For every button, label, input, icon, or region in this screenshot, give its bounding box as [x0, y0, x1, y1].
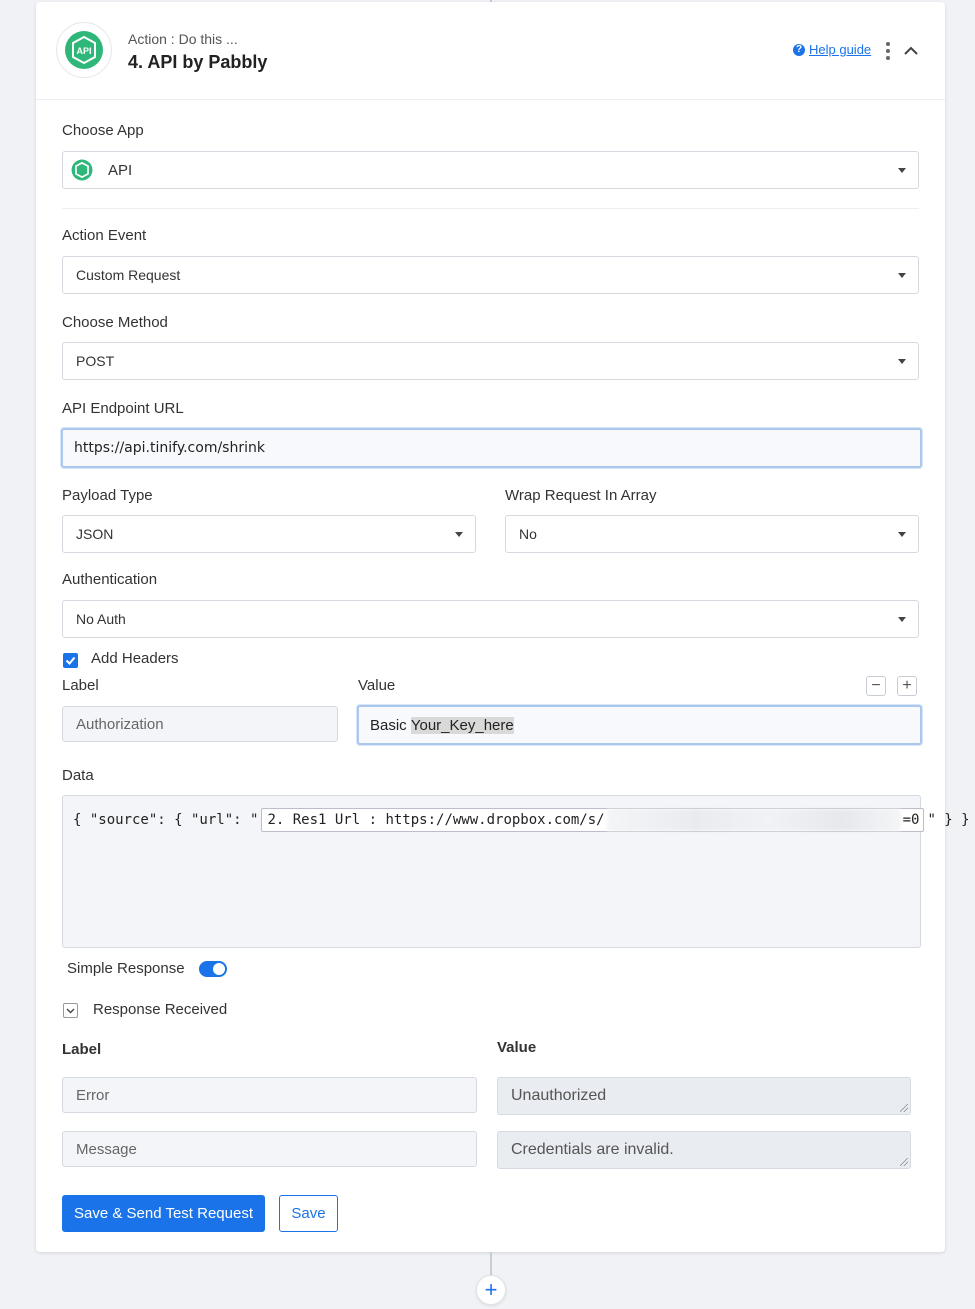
response-received-label: Response Received — [93, 1001, 228, 1018]
response-received-expander[interactable] — [63, 1003, 78, 1018]
authentication-label: Authentication — [62, 571, 158, 588]
blurred-url-segment — [606, 809, 901, 831]
response-row-value: Credentials are invalid. — [497, 1131, 911, 1169]
choose-app-select[interactable]: API — [62, 151, 919, 189]
action-event-value: Custom Request — [76, 267, 181, 283]
header-label-input[interactable]: Authorization — [62, 706, 338, 742]
help-guide-link[interactable]: ? Help guide — [793, 42, 871, 57]
api-app-icon: API — [65, 31, 103, 69]
resize-grip-icon[interactable] — [900, 1104, 908, 1112]
response-row-value: Unauthorized — [497, 1077, 911, 1115]
action-step-card: API Action : Do this ... 4. API by Pabbl… — [36, 2, 970, 1252]
checkmark-icon — [65, 656, 76, 665]
add-header-button[interactable]: + — [897, 676, 917, 696]
authentication-value: No Auth — [76, 611, 126, 627]
mapped-field-token[interactable]: 2. Res1 Url : https://www.dropbox.com/s/… — [261, 808, 925, 832]
response-row-value-text: Unauthorized — [511, 1087, 607, 1104]
step-title: 4. API by Pabbly — [128, 52, 268, 72]
wrap-request-select[interactable]: No — [505, 515, 919, 553]
app-logo: API — [56, 22, 112, 78]
header-value-column: Value — [358, 677, 396, 694]
payload-type-value: JSON — [76, 526, 114, 542]
help-guide-label: Help guide — [809, 42, 872, 57]
svg-text:API: API — [76, 46, 91, 56]
add-step-button[interactable]: + — [476, 1275, 506, 1305]
action-event-select[interactable]: Custom Request — [62, 256, 919, 294]
chevron-up-icon[interactable] — [902, 42, 920, 60]
choose-method-select[interactable]: POST — [62, 342, 919, 380]
endpoint-label: API Endpoint URL — [62, 400, 184, 417]
wrap-request-label: Wrap Request In Array — [505, 487, 657, 504]
step-subtitle: Action : Do this ... — [128, 31, 238, 47]
authentication-select[interactable]: No Auth — [62, 600, 919, 638]
data-suffix: " } } — [927, 812, 970, 828]
divider — [62, 208, 919, 209]
dropdown-caret-icon — [898, 359, 906, 364]
mapped-field-text: 2. Res1 Url : https://www.dropbox.com/s/ — [267, 812, 605, 828]
chevron-down-icon — [66, 1008, 75, 1014]
response-label-column: Label — [62, 1041, 102, 1058]
response-value-column: Value — [497, 1039, 537, 1056]
dropdown-caret-icon — [455, 532, 463, 537]
more-options-icon[interactable] — [884, 42, 892, 60]
response-row-value-text: Credentials are invalid. — [511, 1141, 674, 1158]
connector-line-bottom — [490, 1252, 492, 1276]
dropdown-caret-icon — [898, 532, 906, 537]
endpoint-url-input[interactable]: https://api.tinify.com/shrink — [61, 428, 922, 468]
remove-header-button[interactable]: − — [866, 676, 886, 696]
help-icon: ? — [793, 43, 805, 56]
add-headers-checkbox[interactable] — [63, 653, 78, 668]
card-header: API Action : Do this ... 4. API by Pabbl… — [36, 2, 945, 100]
data-label: Data — [62, 767, 94, 784]
header-value-prefix: Basic — [370, 716, 411, 734]
payload-type-select[interactable]: JSON — [62, 515, 476, 553]
response-row-label: Error — [62, 1077, 477, 1113]
response-row-label: Message — [62, 1131, 477, 1167]
simple-response-toggle[interactable] — [199, 961, 227, 977]
save-button[interactable]: Save — [279, 1195, 338, 1232]
payload-type-label: Payload Type — [62, 487, 153, 504]
simple-response-label: Simple Response — [67, 960, 185, 977]
data-body-editor[interactable]: { "source": { "url": " 2. Res1 Url : htt… — [62, 795, 970, 948]
choose-method-label: Choose Method — [62, 314, 168, 331]
resize-grip-icon[interactable] — [900, 1158, 908, 1166]
choose-method-value: POST — [76, 353, 115, 369]
header-value-highlight: Your_Key_here — [410, 716, 514, 734]
dropdown-caret-icon — [898, 273, 906, 278]
header-value-input[interactable]: Basic Your_Key_here — [357, 705, 922, 745]
action-event-label: Action Event — [62, 227, 147, 244]
toggle-knob — [213, 963, 225, 975]
wrap-request-value: No — [519, 526, 537, 542]
save-and-send-test-button[interactable]: Save & Send Test Request — [62, 1195, 265, 1232]
dropdown-caret-icon — [898, 168, 906, 173]
choose-app-label: Choose App — [62, 122, 144, 139]
dropdown-caret-icon — [898, 617, 906, 622]
header-label-column: Label — [62, 677, 99, 694]
api-app-icon-small — [71, 159, 93, 181]
mapped-field-tail: =0 — [902, 812, 920, 828]
data-prefix: { "source": { "url": " — [73, 812, 259, 828]
choose-app-value: API — [108, 161, 133, 179]
add-headers-label: Add Headers — [91, 650, 179, 667]
